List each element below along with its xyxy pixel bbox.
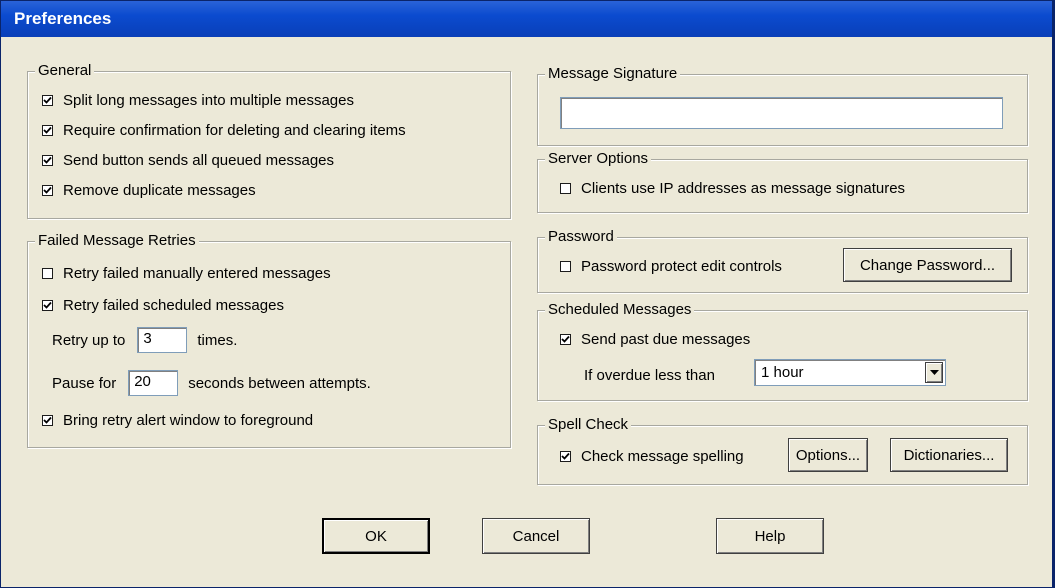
general-group: General Split long messages into multipl… [27, 62, 511, 219]
checkbox-label: Split long messages into multiple messag… [63, 92, 354, 109]
signature-group: Message Signature [537, 65, 1028, 146]
password-protect-checkbox[interactable]: Password protect edit controls [560, 258, 782, 275]
remove-duplicates-checkbox[interactable]: Remove duplicate messages [42, 182, 256, 199]
checkbox-box[interactable] [42, 125, 53, 136]
retry-count-row: Retry up to 3 times. [52, 327, 237, 353]
checkmark-icon [43, 156, 52, 164]
checkbox-box[interactable] [42, 268, 53, 279]
checkmark-icon [43, 126, 52, 134]
checkbox-label: Send past due messages [581, 331, 751, 348]
general-legend: General [35, 62, 95, 80]
checkbox-box[interactable] [42, 185, 53, 196]
checkbox-label: Retry failed manually entered messages [63, 265, 331, 282]
pause-row: Pause for 20 seconds between attempts. [52, 370, 371, 396]
retry-scheduled-checkbox[interactable]: Retry failed scheduled messages [42, 297, 284, 314]
spell-options-button[interactable]: Options... [788, 438, 868, 472]
checkmark-icon [43, 186, 52, 194]
checkmark-icon [561, 335, 570, 343]
help-button[interactable]: Help [716, 518, 824, 554]
ip-signature-checkbox[interactable]: Clients use IP addresses as message sign… [560, 180, 905, 197]
preferences-dialog: Preferences General Split long messages … [0, 0, 1055, 588]
checkbox-label: Clients use IP addresses as message sign… [581, 180, 906, 197]
change-password-button[interactable]: Change Password... [843, 248, 1012, 282]
send-past-due-checkbox[interactable]: Send past due messages [560, 331, 750, 348]
require-confirmation-checkbox[interactable]: Require confirmation for deleting and cl… [42, 122, 406, 139]
checkbox-box[interactable] [560, 261, 571, 272]
checkbox-box[interactable] [42, 95, 53, 106]
server-options-legend: Server Options [545, 150, 652, 168]
bring-to-foreground-checkbox[interactable]: Bring retry alert window to foreground [42, 412, 313, 429]
dictionaries-button[interactable]: Dictionaries... [890, 438, 1008, 472]
checkmark-icon [43, 301, 52, 309]
password-group: Password Password protect edit controls … [537, 228, 1028, 293]
checkbox-box[interactable] [42, 155, 53, 166]
checkbox-box[interactable] [42, 415, 53, 426]
overdue-label: If overdue less than [584, 367, 715, 384]
password-legend: Password [545, 228, 617, 246]
checkbox-box[interactable] [560, 451, 571, 462]
signature-legend: Message Signature [545, 65, 681, 83]
checkmark-icon [43, 96, 52, 104]
cancel-button[interactable]: Cancel [482, 518, 590, 554]
signature-input[interactable] [560, 97, 1003, 129]
chevron-down-icon [929, 370, 939, 375]
checkbox-label: Send button sends all queued messages [63, 152, 335, 169]
dropdown-arrow-button[interactable] [925, 362, 943, 383]
checkbox-label: Require confirmation for deleting and cl… [63, 122, 406, 139]
retry-prefix-label: Retry up to [52, 331, 126, 349]
spell-check-group: Spell Check Check message spelling Optio… [537, 416, 1028, 485]
pause-prefix-label: Pause for [52, 374, 117, 392]
checkbox-label: Retry failed scheduled messages [63, 297, 284, 314]
spell-check-legend: Spell Check [545, 416, 632, 434]
retry-manual-checkbox[interactable]: Retry failed manually entered messages [42, 265, 331, 282]
checkbox-label: Bring retry alert window to foreground [63, 412, 314, 429]
checkbox-box[interactable] [560, 183, 571, 194]
scheduled-messages-legend: Scheduled Messages [545, 301, 695, 319]
pause-suffix-label: seconds between attempts. [188, 374, 371, 392]
checkmark-icon [43, 416, 52, 424]
checkbox-box[interactable] [560, 334, 571, 345]
overdue-threshold-select[interactable]: 1 hour [754, 359, 946, 386]
checkbox-label: Password protect edit controls [581, 258, 782, 275]
pause-seconds-input[interactable]: 20 [128, 370, 179, 396]
check-spelling-checkbox[interactable]: Check message spelling [560, 448, 744, 465]
retries-group: Failed Message Retries Retry failed manu… [27, 232, 511, 448]
overdue-threshold-value: 1 hour [761, 364, 804, 381]
checkbox-label: Remove duplicate messages [63, 182, 256, 199]
send-all-queued-checkbox[interactable]: Send button sends all queued messages [42, 152, 334, 169]
title-bar[interactable]: Preferences [1, 1, 1052, 37]
window-title: Preferences [14, 9, 112, 28]
checkbox-label: Check message spelling [581, 448, 744, 465]
checkmark-icon [561, 452, 570, 460]
retry-suffix-label: times. [197, 331, 238, 349]
checkbox-box[interactable] [42, 300, 53, 311]
ok-button[interactable]: OK [322, 518, 430, 554]
split-long-messages-checkbox[interactable]: Split long messages into multiple messag… [42, 92, 354, 109]
retry-count-input[interactable]: 3 [137, 327, 188, 353]
scheduled-messages-group: Scheduled Messages Send past due message… [537, 301, 1028, 401]
retries-legend: Failed Message Retries [35, 232, 199, 250]
server-options-group: Server Options Clients use IP addresses … [537, 150, 1028, 213]
